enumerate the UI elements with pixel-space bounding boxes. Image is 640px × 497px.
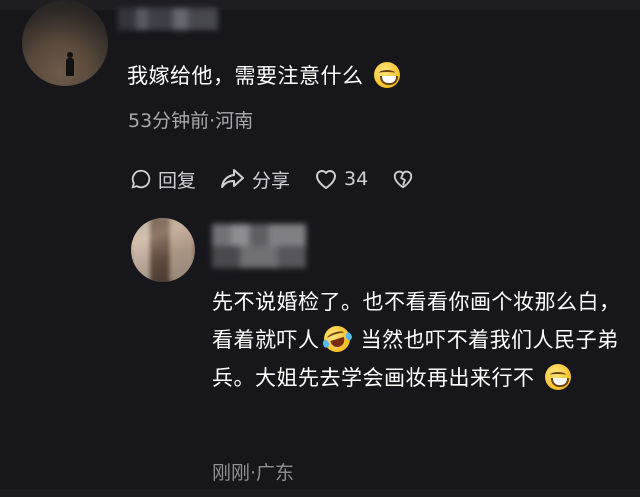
commenter-avatar[interactable] (22, 0, 108, 86)
broken-heart-icon (394, 170, 413, 189)
comment-body: 我嫁给他，需要注意什么 (127, 64, 364, 88)
comment-text: 我嫁给他，需要注意什么 (127, 60, 400, 90)
comment-actions: 回复 分享 34 (130, 164, 444, 194)
top-frame (0, 0, 640, 10)
rolling-laughing-icon (320, 322, 353, 356)
like-count: 34 (344, 168, 369, 190)
chat-bubble-icon (131, 169, 151, 189)
grinning-face-icon (373, 62, 400, 88)
share-arrow-icon (221, 169, 245, 188)
blurred-reply-username (212, 224, 306, 268)
heart-icon (316, 170, 337, 189)
reply-button[interactable]: 回复 (130, 166, 196, 193)
grinning-sweat-icon (544, 364, 571, 390)
avatar-blur (131, 218, 195, 282)
comment-meta: 53分钟前·河南 (128, 110, 254, 132)
avatar-figure (66, 52, 74, 76)
share-label: 分享 (252, 169, 291, 192)
bottom-frame (0, 489, 640, 497)
reply-text: 先不说婚检了。也不看看你画个妆那么白，看着就吓人 当然也吓不着我们人民子弟兵。大… (212, 283, 632, 397)
reply-avatar[interactable] (131, 218, 195, 282)
reply-meta: 刚刚·广东 (212, 462, 295, 484)
reply-label: 回复 (158, 169, 197, 192)
dislike-button[interactable] (392, 168, 420, 190)
like-button[interactable]: 34 (314, 168, 368, 190)
blurred-username (118, 8, 218, 30)
share-button[interactable]: 分享 (220, 166, 290, 193)
